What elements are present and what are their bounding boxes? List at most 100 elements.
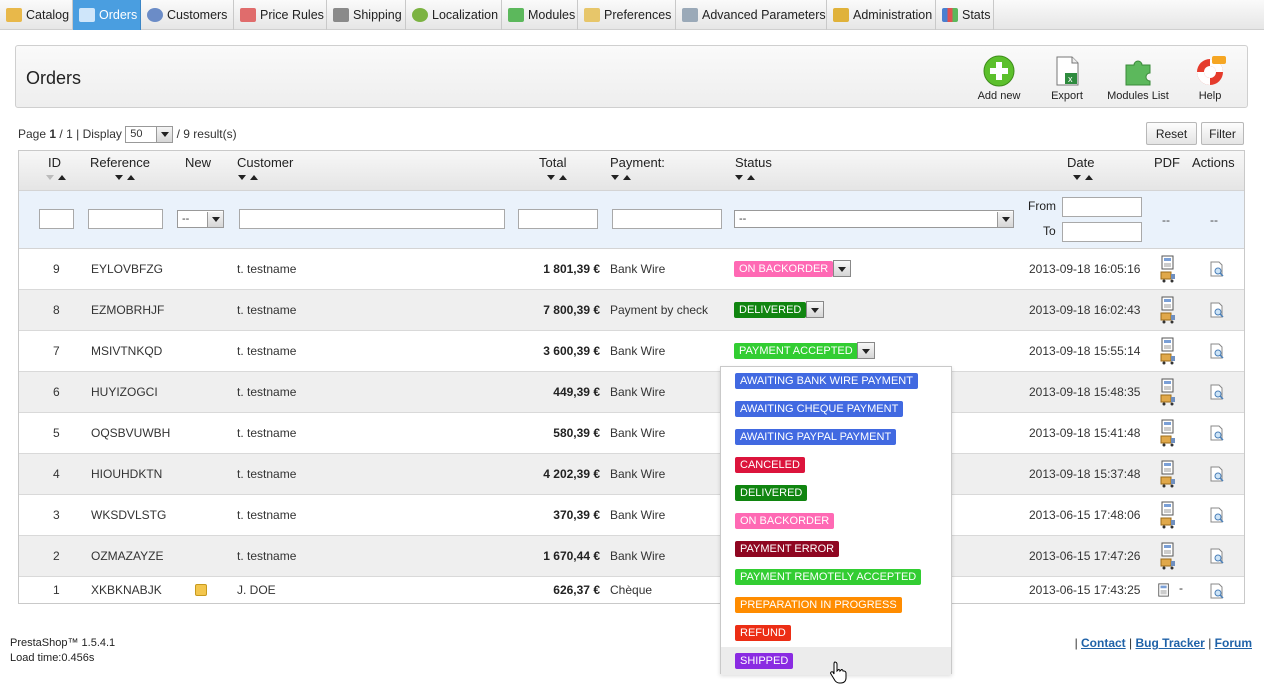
sort-asc-icon[interactable] [747,175,755,180]
status-option[interactable]: AWAITING PAYPAL PAYMENT [721,423,951,451]
status-change-select[interactable] [833,260,851,277]
sort-status[interactable] [735,175,755,180]
sort-desc-icon[interactable] [115,175,123,180]
table-row[interactable]: 3 WKSDVLSTG t. testname 370,39 € Bank Wire 20… [19,495,1244,536]
invoice-delivery-icon[interactable] [1160,419,1176,447]
sort-asc-icon[interactable] [559,175,567,180]
tab-preferences[interactable]: Preferences [578,0,676,30]
sort-payment[interactable] [611,175,631,180]
invoice-delivery-icon[interactable] [1160,460,1176,488]
order-status-badge: PAYMENT ACCEPTED [734,343,858,359]
tab-localization[interactable]: Localization [406,0,502,30]
filter-new-select[interactable]: -- [177,210,224,228]
filter-reference-input[interactable] [88,209,163,229]
status-option[interactable]: PAYMENT ERROR [721,535,951,563]
status-option[interactable]: AWAITING CHEQUE PAYMENT [721,395,951,423]
invoice-delivery-icon[interactable] [1160,255,1176,283]
view-order-icon[interactable] [1209,466,1225,482]
tab-label: Preferences [604,8,672,22]
invoice-delivery-icon[interactable] [1160,542,1176,570]
date-to-input[interactable] [1062,222,1142,242]
tab-orders[interactable]: Orders [73,0,141,30]
sort-desc-icon[interactable] [46,175,54,180]
status-option[interactable]: DELIVERED [721,479,951,507]
bug-tracker-link[interactable]: Bug Tracker [1135,636,1204,650]
filter-customer-input[interactable] [239,209,505,229]
view-order-icon[interactable] [1209,343,1225,359]
table-row[interactable]: 7 MSIVTNKQD t. testname 3 600,39 € Bank Wire… [19,331,1244,372]
sort-asc-icon[interactable] [1085,175,1093,180]
view-order-icon[interactable] [1209,425,1225,441]
sort-total[interactable] [547,175,567,180]
sort-asc-icon[interactable] [250,175,258,180]
filter-payment-input[interactable] [612,209,722,229]
view-order-icon[interactable] [1209,507,1225,523]
sort-asc-icon[interactable] [127,175,135,180]
tab-stats[interactable]: Stats [936,0,994,30]
invoice-icon[interactable] [1156,583,1172,597]
status-option[interactable]: PREPARATION IN PROGRESS [721,591,951,619]
sort-desc-icon[interactable] [1073,175,1081,180]
order-date: 2013-06-15 17:47:26 [1029,549,1141,563]
table-row[interactable]: 5 OQSBVUWBH t. testname 580,39 € Bank Wire 20… [19,413,1244,454]
sort-desc-icon[interactable] [611,175,619,180]
view-order-icon[interactable] [1209,548,1225,564]
sort-desc-icon[interactable] [547,175,555,180]
filter-id-input[interactable] [39,209,74,229]
per-page-select[interactable]: 50 [125,125,174,143]
tab-shipping[interactable]: Shipping [327,0,406,30]
filter-button[interactable]: Filter [1201,122,1244,145]
sort-desc-icon[interactable] [238,175,246,180]
sort-date[interactable] [1073,175,1093,180]
table-row[interactable]: 1 XKBKNABJK J. DOE 626,37 € Chèque 2013-06-15… [19,577,1244,604]
table-row[interactable]: 4 HIOUHDKTN t. testname 4 202,39 € Bank Wire… [19,454,1244,495]
help-button[interactable]: Help [1175,55,1245,102]
view-order-icon[interactable] [1209,583,1225,599]
status-option[interactable]: CANCELED [721,451,951,479]
status-option[interactable]: PAYMENT REMOTELY ACCEPTED [721,563,951,591]
table-row[interactable]: 2 OZMAZAYZE t. testname 1 670,44 € Bank Wire… [19,536,1244,577]
table-row[interactable]: 9 EYLOVBFZG t. testname 1 801,39 € Bank Wire… [19,249,1244,290]
view-order-icon[interactable] [1209,261,1225,277]
date-from-input[interactable] [1062,197,1142,217]
filter-total-input[interactable] [518,209,598,229]
sort-id[interactable] [46,175,66,180]
tab-advanced-parameters[interactable]: Advanced Parameters [676,0,827,30]
export-button[interactable]: x Export [1032,55,1102,102]
tab-administration[interactable]: Administration [827,0,936,30]
order-id: 1 [53,583,60,597]
invoice-delivery-icon[interactable] [1160,296,1176,324]
sort-customer[interactable] [238,175,258,180]
invoice-delivery-icon[interactable] [1160,378,1176,406]
status-option[interactable]: REFUND [721,619,951,647]
invoice-delivery-icon[interactable] [1160,501,1176,529]
sort-asc-icon[interactable] [623,175,631,180]
order-id: 7 [53,344,60,358]
view-order-icon[interactable] [1209,384,1225,400]
new-message-icon[interactable] [195,584,207,596]
date-from-label: From [1028,199,1056,213]
forum-link[interactable]: Forum [1215,636,1252,650]
contact-link[interactable]: Contact [1081,636,1126,650]
status-dropdown[interactable]: AWAITING BANK WIRE PAYMENT AWAITING CHEQU… [720,366,952,675]
order-id: 6 [53,385,60,399]
status-option[interactable]: AWAITING BANK WIRE PAYMENT [721,367,951,395]
modules-list-button[interactable]: Modules List [1103,55,1173,102]
tab-catalog[interactable]: Catalog [0,0,73,30]
table-row[interactable]: 8 EZMOBRHJF t. testname 7 800,39 € Payment b… [19,290,1244,331]
tab-price-rules[interactable]: Price Rules [234,0,327,30]
add-new-button[interactable]: Add new [964,55,1034,102]
invoice-delivery-icon[interactable] [1160,337,1176,365]
sort-desc-icon[interactable] [735,175,743,180]
status-change-select[interactable] [857,342,875,359]
table-row[interactable]: 6 HUYIZOGCI t. testname 449,39 € Bank Wire 20… [19,372,1244,413]
sort-asc-icon[interactable] [58,175,66,180]
tab-customers[interactable]: Customers [141,0,234,30]
reset-button[interactable]: Reset [1146,122,1197,145]
status-change-select[interactable] [806,301,824,318]
tab-modules[interactable]: Modules [502,0,578,30]
filter-status-select[interactable]: -- [734,210,1014,228]
sort-reference[interactable] [115,175,135,180]
view-order-icon[interactable] [1209,302,1225,318]
status-option[interactable]: ON BACKORDER [721,507,951,535]
